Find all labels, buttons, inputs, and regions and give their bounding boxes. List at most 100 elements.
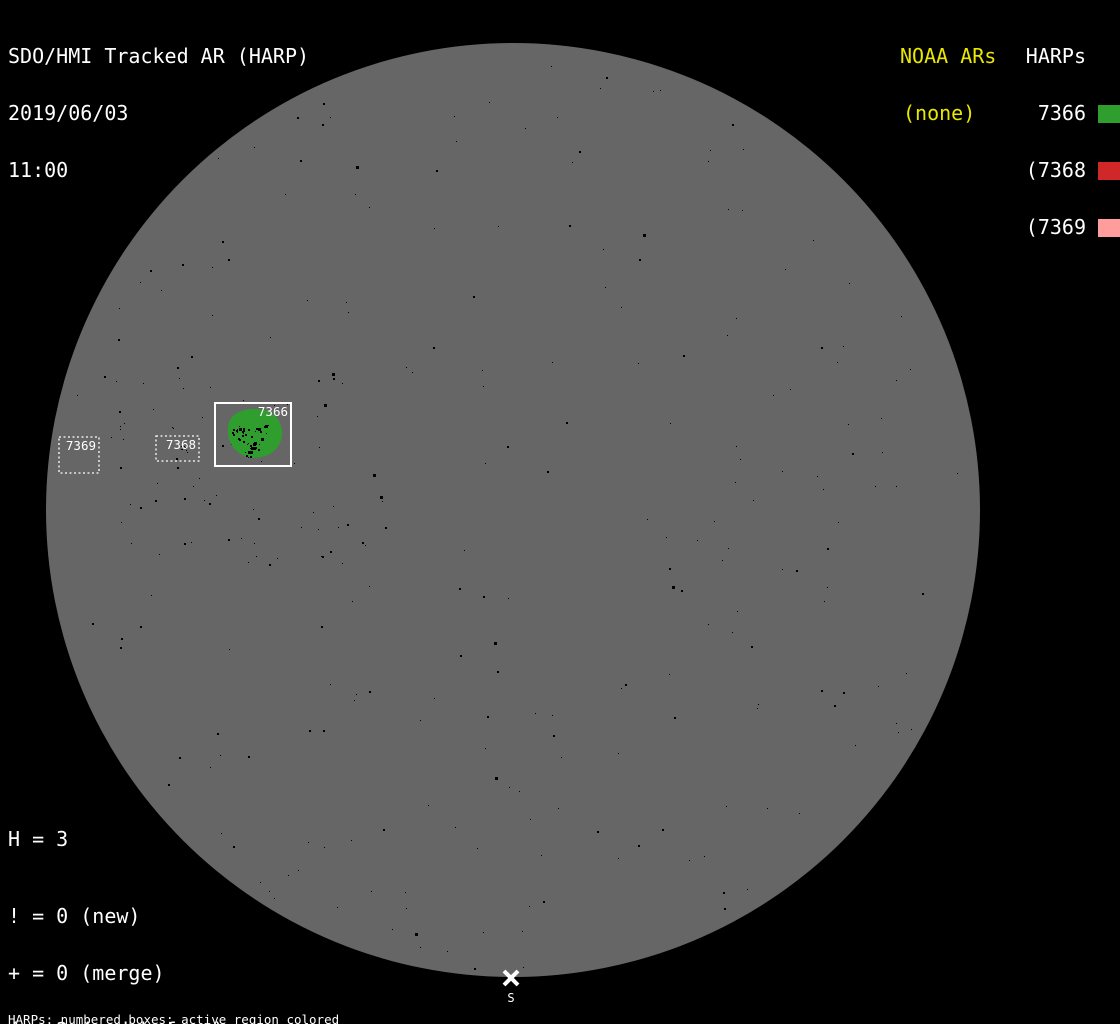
speckle: [352, 601, 353, 602]
speckle: [597, 831, 599, 833]
speckle: [161, 290, 162, 291]
speckle: [670, 423, 671, 424]
speckle: [330, 117, 331, 118]
speckle: [258, 518, 260, 520]
speckle: [199, 478, 200, 479]
speckle: [910, 369, 911, 370]
speckle: [385, 527, 387, 529]
speckle: [489, 102, 490, 103]
speckle: [261, 461, 262, 462]
speckle: [838, 522, 839, 523]
speckle: [373, 474, 376, 477]
harps-header-row: HARPs: [1026, 47, 1120, 66]
speckle: [260, 882, 261, 883]
speckle: [177, 467, 179, 469]
speckle: [248, 443, 249, 444]
speckle: [118, 339, 120, 341]
speckle: [236, 430, 238, 432]
speckle: [274, 898, 275, 899]
harps-block: HARPs 7366 (7368 (7369: [1026, 9, 1120, 275]
speckle: [242, 435, 244, 437]
speckle: [120, 467, 122, 469]
speckle: [579, 151, 581, 153]
speckle: [270, 337, 271, 338]
speckle: [250, 456, 252, 458]
harp-row: (7368: [1026, 161, 1120, 180]
speckle: [356, 694, 357, 695]
speckle: [212, 267, 213, 268]
speckle: [369, 586, 370, 587]
speckle: [229, 649, 230, 650]
speckle: [365, 545, 366, 546]
speckle: [827, 548, 829, 550]
speckle: [269, 564, 271, 566]
speckle: [179, 757, 181, 759]
speckle: [898, 732, 899, 733]
speckle: [239, 426, 240, 427]
speckle: [406, 908, 407, 909]
speckle: [638, 363, 639, 364]
speckle: [294, 463, 295, 464]
speckle: [498, 226, 499, 227]
speckle: [406, 367, 407, 368]
speckle: [740, 459, 741, 460]
speckle: [447, 951, 448, 952]
speckle: [714, 521, 715, 522]
speckle: [638, 845, 640, 847]
speckle: [848, 424, 849, 425]
speckle: [243, 441, 245, 443]
speckle: [743, 149, 744, 150]
speckle: [191, 356, 193, 358]
speckle: [726, 806, 727, 807]
speckle: [172, 427, 173, 428]
speckle: [258, 428, 261, 431]
speckle: [433, 347, 435, 349]
speckle: [547, 471, 549, 473]
speckle: [494, 642, 497, 645]
speckle: [323, 730, 325, 732]
harp-box-label: 7366: [258, 404, 288, 419]
speckle: [557, 117, 558, 118]
speckle: [204, 500, 205, 501]
speckle: [248, 451, 251, 454]
speckle: [727, 335, 728, 336]
date-label: 2019/06/03: [8, 104, 309, 123]
speckle: [782, 471, 783, 472]
speckle: [191, 542, 192, 543]
south-pole-label: S: [507, 991, 514, 1005]
speckle: [251, 447, 254, 450]
speckle: [151, 595, 152, 596]
speckle: [901, 316, 902, 317]
speckle: [767, 808, 768, 809]
speckle: [482, 370, 483, 371]
speckle: [187, 452, 188, 453]
speckle: [473, 296, 475, 298]
speckle: [522, 931, 523, 932]
speckle: [253, 443, 256, 446]
speckle: [606, 77, 608, 79]
speckle: [210, 387, 211, 388]
speckle: [150, 270, 152, 272]
speckle: [354, 700, 355, 701]
speckle: [333, 378, 335, 380]
speckle: [233, 434, 235, 436]
speckle: [483, 596, 485, 598]
speckle: [790, 389, 791, 390]
harp-row: 7366: [1026, 104, 1120, 123]
speckle: [120, 426, 121, 427]
speckle: [827, 587, 828, 588]
speckle: [681, 590, 683, 592]
speckle: [618, 858, 619, 859]
speckle: [456, 141, 457, 142]
speckle: [837, 362, 838, 363]
speckle: [813, 240, 814, 241]
speckle: [228, 539, 230, 541]
speckle: [507, 446, 509, 448]
speckle: [92, 623, 94, 625]
speckle: [882, 452, 883, 453]
speckle: [259, 444, 260, 445]
speckle: [237, 429, 238, 430]
speckle: [672, 586, 675, 589]
speckle: [420, 720, 421, 721]
speckle: [130, 504, 131, 505]
